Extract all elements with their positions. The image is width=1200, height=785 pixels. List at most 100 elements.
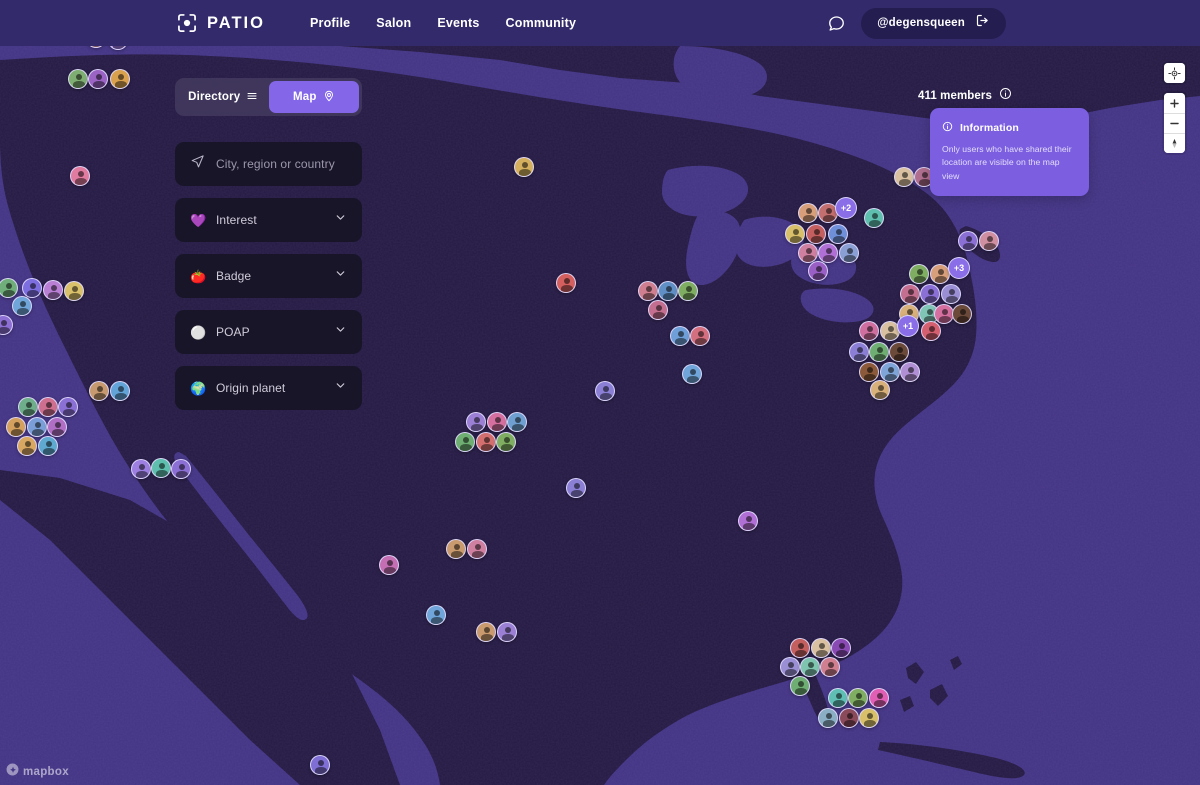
member-avatar-marker[interactable] <box>869 688 889 708</box>
geolocate-button[interactable] <box>1164 63 1185 83</box>
member-avatar-marker[interactable] <box>17 436 37 456</box>
member-avatar-marker[interactable] <box>682 364 702 384</box>
member-avatar-marker[interactable] <box>859 362 879 382</box>
nav-item-events[interactable]: Events <box>437 16 479 30</box>
nav-item-salon[interactable]: Salon <box>376 16 411 30</box>
member-avatar-marker[interactable] <box>806 224 826 244</box>
member-avatar-marker[interactable] <box>455 432 475 452</box>
cluster-count-marker[interactable]: +1 <box>897 315 919 337</box>
member-avatar-marker[interactable] <box>556 273 576 293</box>
user-menu-button[interactable]: @degensqueen <box>861 7 1006 39</box>
member-avatar-marker[interactable] <box>467 539 487 559</box>
member-avatar-marker[interactable] <box>638 281 658 301</box>
member-avatar-marker[interactable] <box>466 412 486 432</box>
member-avatar-marker[interactable] <box>514 157 534 177</box>
member-avatar-marker[interactable] <box>790 676 810 696</box>
member-avatar-marker[interactable] <box>68 69 88 89</box>
member-avatar-marker[interactable] <box>738 511 758 531</box>
member-avatar-marker[interactable] <box>497 622 517 642</box>
logout-icon[interactable] <box>975 13 990 33</box>
info-circle-icon[interactable] <box>999 87 1012 105</box>
member-avatar-marker[interactable] <box>595 381 615 401</box>
nav-item-community[interactable]: Community <box>506 16 577 30</box>
chevron-down-icon[interactable] <box>334 323 347 341</box>
member-avatar-marker[interactable] <box>110 69 130 89</box>
mapbox-attribution[interactable]: mapbox <box>6 763 69 781</box>
member-avatar-marker[interactable] <box>785 224 805 244</box>
member-avatar-marker[interactable] <box>47 417 67 437</box>
chevron-down-icon[interactable] <box>334 211 347 229</box>
member-avatar-marker[interactable] <box>952 304 972 324</box>
member-avatar-marker[interactable] <box>880 362 900 382</box>
member-avatar-marker[interactable] <box>800 657 820 677</box>
member-avatar-marker[interactable] <box>38 436 58 456</box>
tab-map[interactable]: Map <box>268 81 359 113</box>
member-avatar-marker[interactable] <box>958 231 978 251</box>
member-avatar-marker[interactable] <box>828 224 848 244</box>
member-avatar-marker[interactable] <box>849 342 869 362</box>
member-avatar-marker[interactable] <box>811 638 831 658</box>
member-avatar-marker[interactable] <box>941 284 961 304</box>
member-avatar-marker[interactable] <box>909 264 929 284</box>
member-avatar-marker[interactable] <box>648 300 668 320</box>
member-avatar-marker[interactable] <box>496 432 516 452</box>
member-avatar-marker[interactable] <box>88 69 108 89</box>
member-avatar-marker[interactable] <box>58 397 78 417</box>
filter-badge[interactable]: 🍅 Badge <box>175 254 362 298</box>
member-avatar-marker[interactable] <box>900 362 920 382</box>
member-avatar-marker[interactable] <box>476 432 496 452</box>
member-avatar-marker[interactable] <box>27 417 47 437</box>
location-search-field[interactable]: City, region or country <box>175 142 362 186</box>
member-avatar-marker[interactable] <box>979 231 999 251</box>
member-avatar-marker[interactable] <box>839 243 859 263</box>
member-avatar-marker[interactable] <box>859 321 879 341</box>
member-avatar-marker[interactable] <box>670 326 690 346</box>
member-avatar-marker[interactable] <box>12 296 32 316</box>
member-avatar-marker[interactable] <box>89 381 109 401</box>
member-avatar-marker[interactable] <box>798 203 818 223</box>
member-avatar-marker[interactable] <box>171 459 191 479</box>
member-avatar-marker[interactable] <box>43 280 63 300</box>
member-avatar-marker[interactable] <box>930 264 950 284</box>
member-avatar-marker[interactable] <box>790 638 810 658</box>
member-avatar-marker[interactable] <box>690 326 710 346</box>
filter-origin-planet[interactable]: 🌍 Origin planet <box>175 366 362 410</box>
member-avatar-marker[interactable] <box>310 755 330 775</box>
filter-poap[interactable]: ⚪ POAP <box>175 310 362 354</box>
member-avatar-marker[interactable] <box>476 622 496 642</box>
member-avatar-marker[interactable] <box>487 412 507 432</box>
member-avatar-marker[interactable] <box>38 397 58 417</box>
member-avatar-marker[interactable] <box>818 243 838 263</box>
member-avatar-marker[interactable] <box>110 381 130 401</box>
chevron-down-icon[interactable] <box>334 267 347 285</box>
member-avatar-marker[interactable] <box>934 304 954 324</box>
member-avatar-marker[interactable] <box>869 342 889 362</box>
member-avatar-marker[interactable] <box>446 539 466 559</box>
member-avatar-marker[interactable] <box>894 167 914 187</box>
member-avatar-marker[interactable] <box>870 380 890 400</box>
member-avatar-marker[interactable] <box>920 284 940 304</box>
nav-item-profile[interactable]: Profile <box>310 16 350 30</box>
member-avatar-marker[interactable] <box>820 657 840 677</box>
member-avatar-marker[interactable] <box>6 417 26 437</box>
member-avatar-marker[interactable] <box>426 605 446 625</box>
zoom-out-button[interactable] <box>1164 113 1185 133</box>
member-avatar-marker[interactable] <box>889 342 909 362</box>
chevron-down-icon[interactable] <box>334 379 347 397</box>
compass-button[interactable] <box>1164 133 1185 153</box>
member-avatar-marker[interactable] <box>507 412 527 432</box>
member-avatar-marker[interactable] <box>70 166 90 186</box>
member-avatar-marker[interactable] <box>678 281 698 301</box>
cluster-count-marker[interactable]: +3 <box>948 257 970 279</box>
member-avatar-marker[interactable] <box>780 657 800 677</box>
filter-interest[interactable]: 💜 Interest <box>175 198 362 242</box>
member-avatar-marker[interactable] <box>566 478 586 498</box>
member-avatar-marker[interactable] <box>18 397 38 417</box>
member-avatar-marker[interactable] <box>658 281 678 301</box>
member-avatar-marker[interactable] <box>131 459 151 479</box>
member-avatar-marker[interactable] <box>831 638 851 658</box>
member-avatar-marker[interactable] <box>864 208 884 228</box>
member-avatar-marker[interactable] <box>839 708 859 728</box>
member-avatar-marker[interactable] <box>859 708 879 728</box>
member-avatar-marker[interactable] <box>151 458 171 478</box>
